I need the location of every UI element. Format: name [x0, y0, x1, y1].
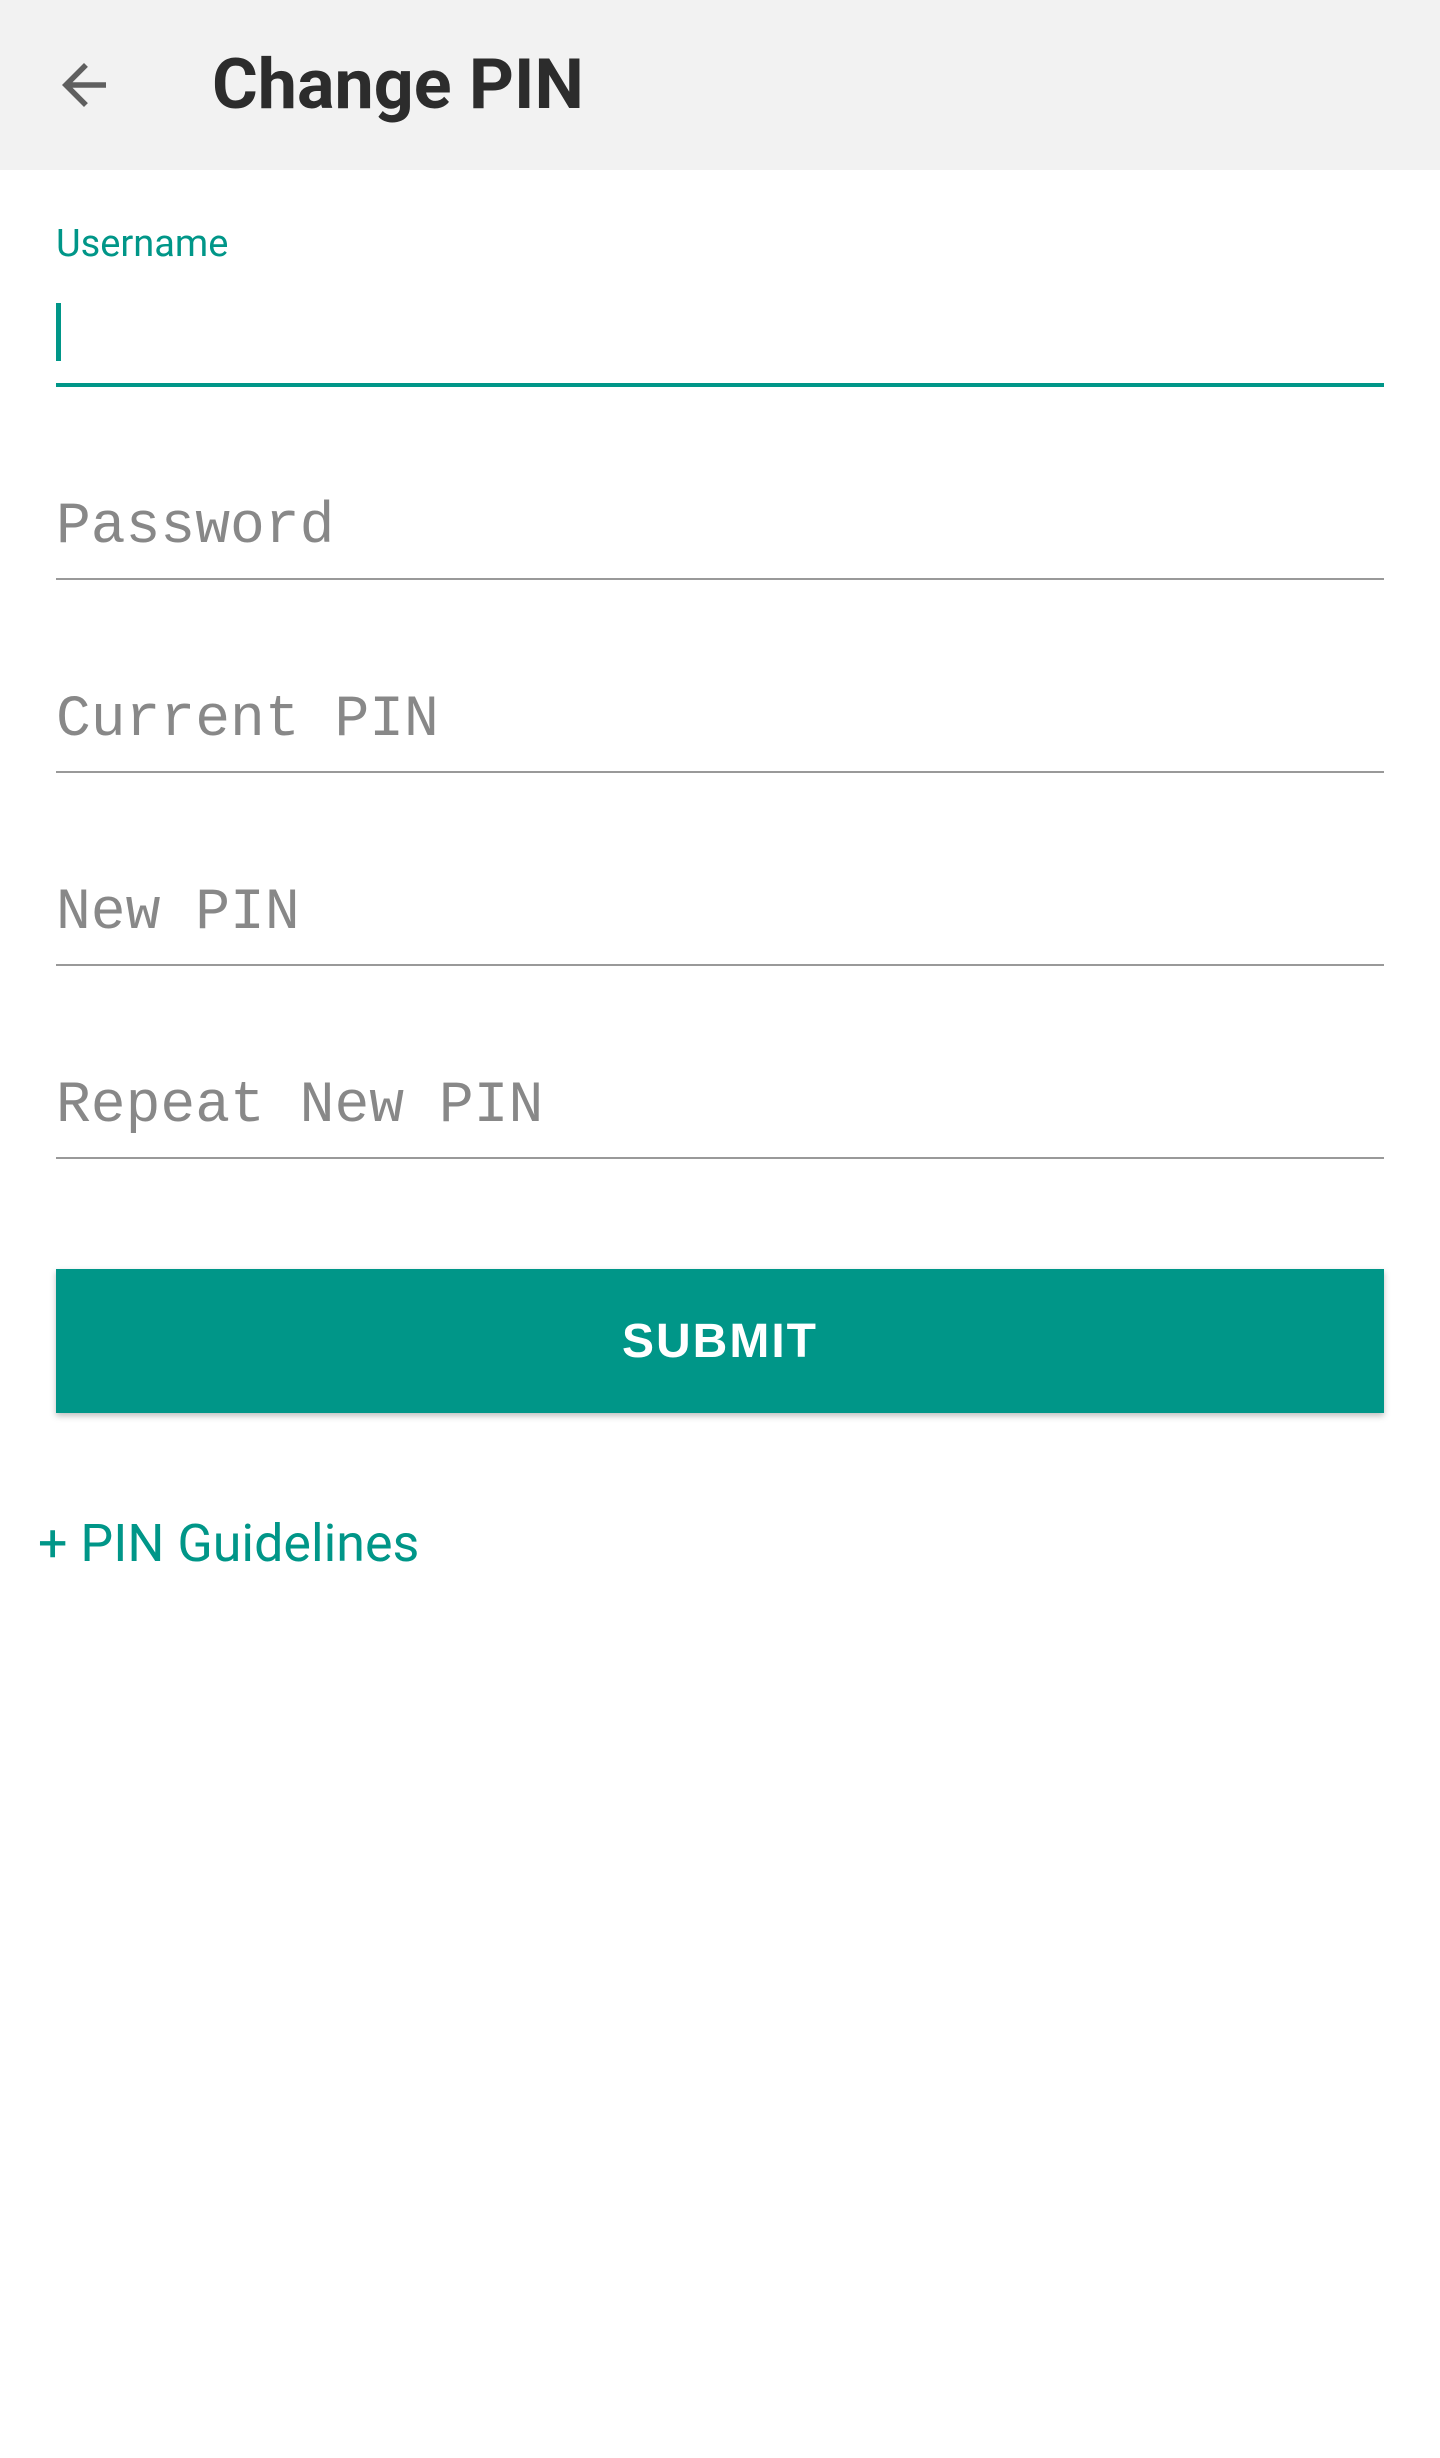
- password-field-group: [56, 487, 1384, 580]
- password-input[interactable]: [56, 487, 1384, 580]
- repeat-new-pin-input[interactable]: [56, 1066, 1384, 1159]
- username-field-group: Username: [56, 222, 1384, 387]
- text-cursor: [56, 303, 61, 361]
- pin-guidelines-link[interactable]: + PIN Guidelines: [38, 1513, 1384, 1574]
- back-arrow-icon: [51, 52, 117, 118]
- repeat-new-pin-field-group: [56, 1066, 1384, 1159]
- submit-button[interactable]: SUBMIT: [56, 1269, 1384, 1413]
- current-pin-input[interactable]: [56, 680, 1384, 773]
- username-label: Username: [56, 222, 1384, 266]
- new-pin-input[interactable]: [56, 873, 1384, 966]
- header: Change PIN: [0, 0, 1440, 170]
- new-pin-field-group: [56, 873, 1384, 966]
- username-input[interactable]: [56, 284, 1384, 387]
- form-container: Username SUBMIT + PIN Guidelines: [0, 170, 1440, 1574]
- current-pin-field-group: [56, 680, 1384, 773]
- back-button[interactable]: [44, 45, 124, 125]
- page-title: Change PIN: [212, 44, 584, 126]
